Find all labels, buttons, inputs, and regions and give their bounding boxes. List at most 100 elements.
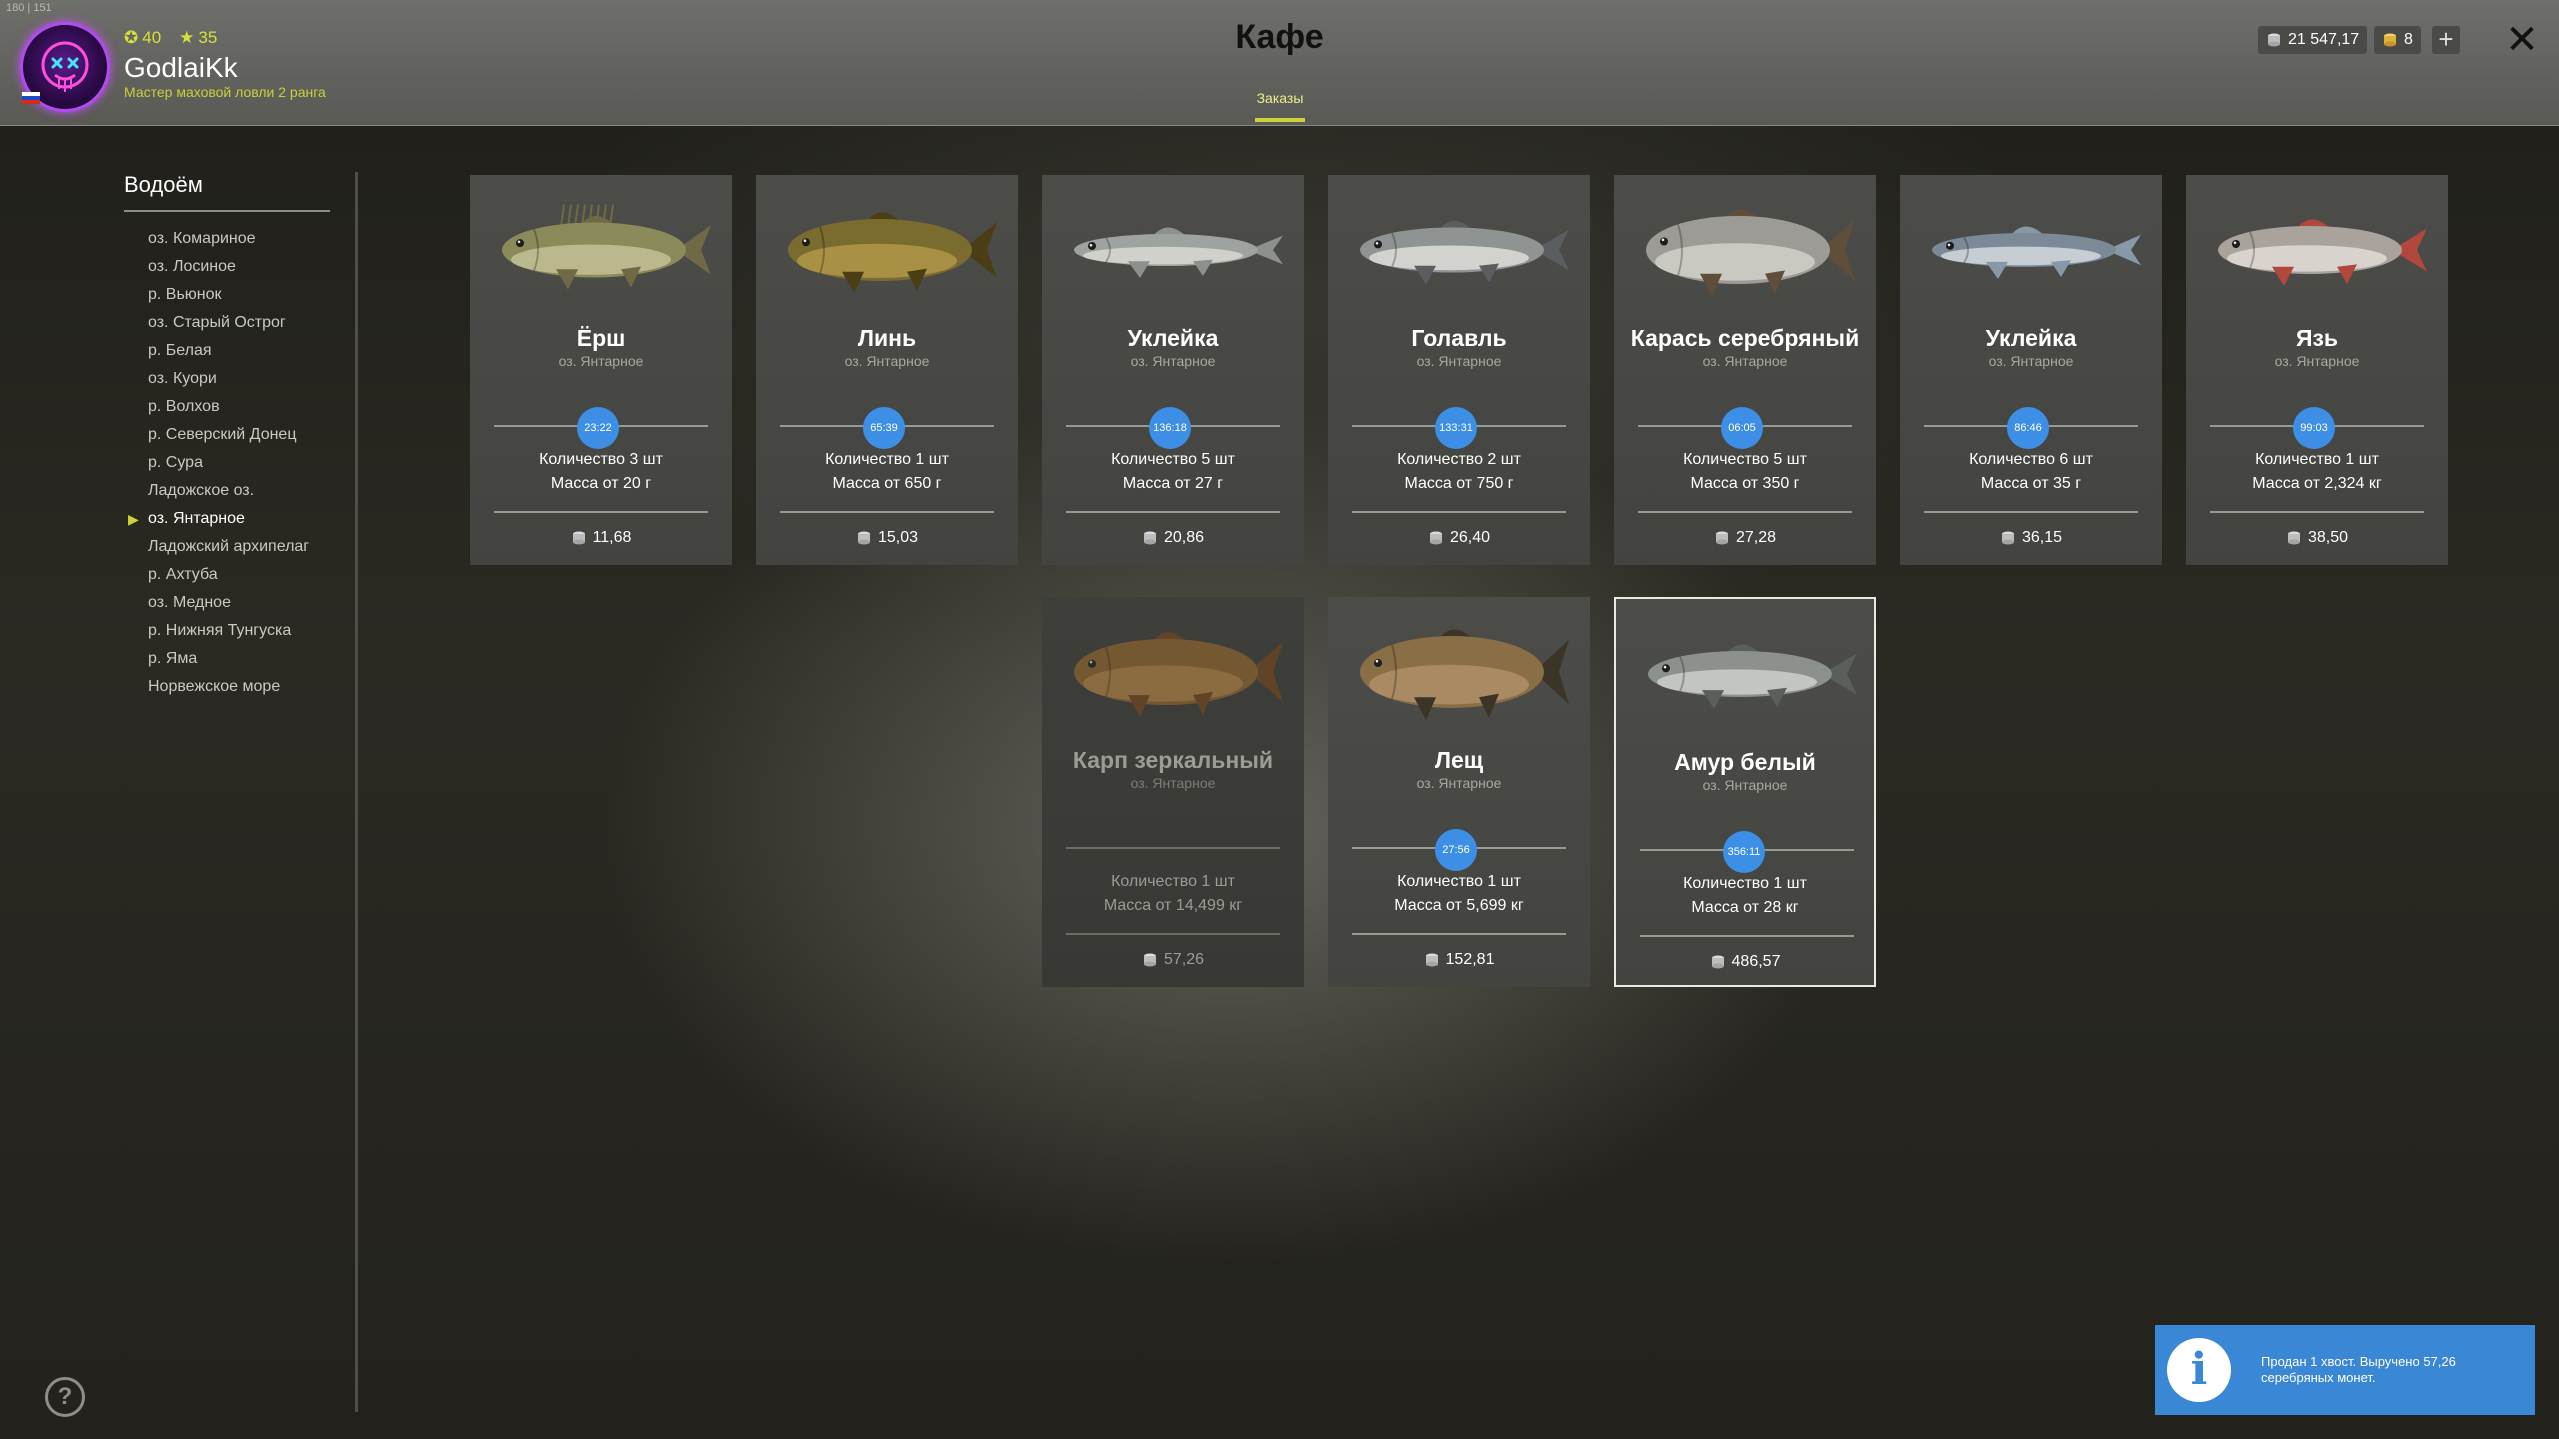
gold-coins-icon (2384, 33, 2396, 47)
silver-coins-icon (1143, 953, 1156, 967)
sidebar-item-label: оз. Медное (148, 594, 231, 611)
fish-name: Линь (857, 325, 917, 351)
sidebar-item-label: р. Ахтуба (148, 566, 218, 583)
order-card[interactable]: Голавль оз. Янтарное 133:31 Количество 2… (1328, 175, 1590, 565)
sidebar-item[interactable]: ▶р. Белая (148, 337, 309, 365)
order-price: 57,26 (1042, 951, 1304, 969)
order-timer: 65:39 (863, 407, 905, 449)
sidebar-item[interactable]: ▶Ладожское оз. (148, 477, 309, 505)
order-mass: Масса от 350 г (1690, 475, 1800, 492)
order-quantity: Количество 6 шт (1969, 451, 2093, 468)
country-flag-icon (22, 92, 40, 104)
fish-image (1074, 632, 1283, 717)
sidebar-item[interactable]: ▶р. Вьюнок (148, 281, 309, 309)
sidebar-item-label: оз. Комариное (148, 230, 256, 247)
water-body-list: ▶оз. Комариное▶оз. Лосиное▶р. Вьюнок▶оз.… (128, 225, 309, 701)
tab-orders[interactable]: Заказы (1230, 90, 1330, 106)
card-divider (1352, 511, 1566, 513)
fish-image (1360, 220, 1569, 285)
price-value: 26,40 (1449, 529, 1491, 546)
silver-coins-icon (1711, 955, 1724, 969)
order-quantity: Количество 1 шт (1111, 873, 1235, 890)
sidebar-item-label: Ладожский архипелаг (148, 538, 310, 555)
sidebar-item-label: р. Северский Донец (148, 426, 297, 443)
price-value: 27,28 (1735, 529, 1777, 546)
sidebar-item[interactable]: ▶р. Ахтуба (148, 561, 309, 589)
order-card[interactable]: Линь оз. Янтарное 65:39 Количество 1 шт … (756, 175, 1018, 565)
fish-image (1360, 629, 1569, 720)
sidebar-item[interactable]: ▶р. Нижняя Тунгуска (148, 617, 309, 645)
order-quantity: Количество 1 шт (1397, 873, 1521, 890)
help-button[interactable]: ? (45, 1377, 85, 1417)
sidebar-item[interactable]: ▶р. Сура (148, 449, 309, 477)
fish-location: оз. Янтарное (1130, 353, 1216, 369)
order-quantity: Количество 3 шт (539, 451, 663, 468)
fish-name: Амур белый (1674, 749, 1816, 775)
order-card[interactable]: Уклейка оз. Янтарное 136:18 Количество 5… (1042, 175, 1304, 565)
sidebar-item[interactable]: ▶оз. Куори (148, 365, 309, 393)
order-card[interactable]: Язь оз. Янтарное 99:03 Количество 1 шт М… (2186, 175, 2448, 565)
order-card[interactable]: Амур белый оз. Янтарное 356:11 Количеств… (1614, 597, 1876, 987)
price-value: 15,03 (877, 529, 919, 546)
fish-image (502, 204, 711, 290)
order-price: 26,40 (1328, 529, 1590, 547)
order-card[interactable]: Уклейка оз. Янтарное 86:46 Количество 6 … (1900, 175, 2162, 565)
card-divider (1638, 511, 1852, 513)
sidebar-title-underline (124, 210, 330, 212)
fish-location: оз. Янтарное (1702, 353, 1788, 369)
sidebar-item[interactable]: ▶р. Яма (148, 645, 309, 673)
active-tab-indicator (1255, 118, 1305, 122)
sidebar-item[interactable]: ▶Норвежское море (148, 673, 309, 701)
fish-image (1646, 209, 1855, 296)
fish-name: Уклейка (1127, 325, 1219, 351)
fish-location: оз. Янтарное (1988, 353, 2074, 369)
sidebar-item-label: р. Белая (148, 342, 212, 359)
silver-coins-icon (1143, 531, 1156, 545)
player-rank: Мастер маховой ловли 2 ранга (124, 84, 326, 100)
notification-message: Продан 1 хвост. Выручено 57,26 серебряны… (2261, 1354, 2456, 1385)
page-title: Кафе (1235, 18, 1324, 56)
silver-coins-icon (1429, 531, 1442, 545)
card-divider (1352, 933, 1566, 935)
fish-location: оз. Янтарное (844, 353, 930, 369)
order-timer: 23:22 (577, 407, 619, 449)
fps-counter: 180 | 151 (6, 2, 52, 14)
silver-coins-icon (2287, 531, 2300, 545)
close-button[interactable]: ✕ (2502, 20, 2542, 60)
order-timer: 86:46 (2007, 407, 2049, 449)
order-card[interactable]: Лещ оз. Янтарное 27:56 Количество 1 шт М… (1328, 597, 1590, 987)
order-price: 152,81 (1328, 951, 1590, 969)
silver-coins-icon (1425, 953, 1438, 967)
sidebar-item[interactable]: ▶оз. Комариное (148, 225, 309, 253)
order-mass: Масса от 14,499 кг (1103, 897, 1243, 914)
order-price: 38,50 (2186, 529, 2448, 547)
order-card[interactable]: Карп зеркальный оз. Янтарное Количество … (1042, 597, 1304, 987)
sidebar-item-label: р. Волхов (148, 398, 220, 415)
order-card[interactable]: Карась серебряный оз. Янтарное 06:05 Кол… (1614, 175, 1876, 565)
fish-name: Карась серебряный (1630, 325, 1860, 351)
sidebar-item-label: оз. Янтарное (148, 510, 245, 527)
sidebar-item[interactable]: ▶оз. Лосиное (148, 253, 309, 281)
order-timer: 133:31 (1435, 407, 1477, 449)
add-gold-button[interactable]: + (2432, 26, 2460, 54)
selected-arrow-icon: ▶ (128, 511, 139, 527)
sidebar-item[interactable]: ▶Ладожский архипелаг (148, 533, 309, 561)
sidebar-item[interactable]: ▶р. Волхов (148, 393, 309, 421)
sidebar-item[interactable]: ▶оз. Старый Острог (148, 309, 309, 337)
fish-name: Карп зеркальный (1072, 747, 1274, 773)
order-quantity: Количество 1 шт (2255, 451, 2379, 468)
sidebar-item[interactable]: ▶оз. Медное (148, 589, 309, 617)
top-bar: 180 | 151 ✪ 40 ★ 35 GodlaiKk Мастер махово… (0, 0, 2559, 126)
sidebar-item[interactable]: ▶ оз. Янтарное (128, 505, 309, 533)
card-divider (1924, 511, 2138, 513)
order-timer: 136:18 (1149, 407, 1191, 449)
notification-toast[interactable]: i Продан 1 хвост. Выручено 57,26 серебря… (2155, 1325, 2535, 1415)
order-quantity: Количество 5 шт (1111, 451, 1235, 468)
sidebar-item-label: р. Вьюнок (148, 286, 222, 303)
silver-coins-icon (1715, 531, 1728, 545)
info-icon: i (2167, 1338, 2231, 1402)
sidebar-item-label: р. Сура (148, 454, 203, 471)
order-card[interactable]: Ёрш оз. Янтарное 23:22 Количество 3 шт М… (470, 175, 732, 565)
fish-name: Лещ (1434, 747, 1484, 773)
sidebar-item[interactable]: ▶р. Северский Донец (148, 421, 309, 449)
